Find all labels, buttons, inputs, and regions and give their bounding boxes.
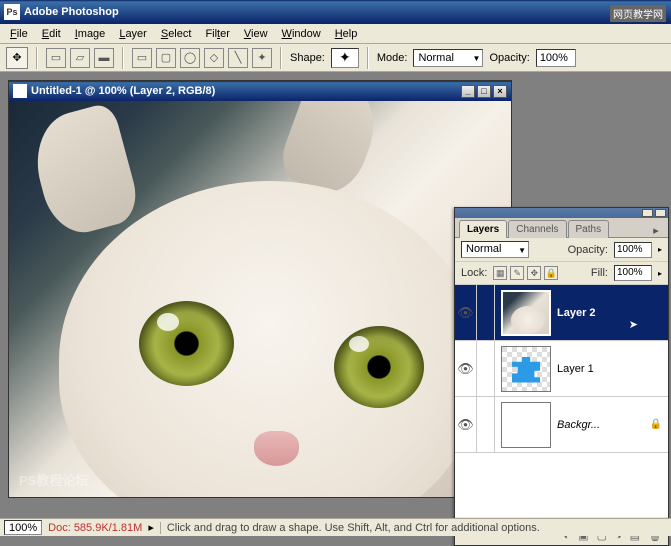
menu-layer[interactable]: Layer <box>113 26 153 42</box>
panel-titlebar[interactable] <box>455 208 668 218</box>
rounded-rect-tool-icon[interactable]: ▢ <box>156 48 176 68</box>
close-icon[interactable]: × <box>493 85 507 98</box>
lock-all-icon[interactable]: 🔒 <box>544 266 558 280</box>
separator <box>367 47 369 69</box>
mode-label: Mode: <box>377 52 408 64</box>
blend-mode-select[interactable]: Normal <box>413 49 483 67</box>
lock-pixels-icon[interactable]: ✎ <box>510 266 524 280</box>
path-mode-icon[interactable]: ▱ <box>70 48 90 68</box>
options-bar: ✥ ▭ ▱ ▬ ▭ ▢ ◯ ◇ ╲ ✦ Shape: ✦ Mode: Norma… <box>0 44 671 72</box>
lock-label: Lock: <box>461 267 487 279</box>
visibility-eye-icon[interactable]: 👁 <box>455 341 477 396</box>
blend-opacity-row: Normal Opacity: 100% ▸ <box>455 238 668 262</box>
watermark-badge: 网页教学网 <box>610 5 666 22</box>
minimize-icon[interactable]: _ <box>461 85 475 98</box>
menu-select[interactable]: Select <box>155 26 198 42</box>
document-icon <box>13 84 27 98</box>
cat-image <box>9 101 511 497</box>
lock-icon: 🔒 <box>650 419 668 430</box>
layer-thumbnail[interactable] <box>501 346 551 392</box>
separator <box>280 47 282 69</box>
layer-thumbnail[interactable] <box>501 290 551 336</box>
layer-list: 👁 Layer 2 ➤ 👁 Layer 1 👁 Backgr... 🔒 <box>455 285 668 517</box>
fill-input[interactable]: 100% <box>614 265 652 281</box>
canvas-watermark: PS教程论坛 <box>19 470 88 489</box>
cursor-icon: ➤ <box>629 318 638 331</box>
shape-mode-group: ▭ ▱ ▬ <box>46 48 114 68</box>
layers-panel: Layers Channels Paths ▸ Normal Opacity: … <box>454 207 669 546</box>
menu-file[interactable]: File <box>4 26 34 42</box>
layer-name[interactable]: Layer 1 <box>557 363 668 375</box>
ellipse-tool-icon[interactable]: ◯ <box>180 48 200 68</box>
rect-tool-icon[interactable]: ▭ <box>132 48 152 68</box>
lock-transparency-icon[interactable]: ▦ <box>493 266 507 280</box>
line-tool-icon[interactable]: ╲ <box>228 48 248 68</box>
app-title: Adobe Photoshop <box>24 6 667 18</box>
tab-paths[interactable]: Paths <box>568 220 610 238</box>
document-titlebar[interactable]: Untitled-1 @ 100% (Layer 2, RGB/8) _ □ × <box>9 81 511 101</box>
layer-row[interactable]: 👁 Layer 2 ➤ <box>455 285 668 341</box>
tab-channels[interactable]: Channels <box>508 220 566 238</box>
canvas[interactable]: PS教程论坛 <box>9 101 511 497</box>
layer-row[interactable]: 👁 Layer 1 <box>455 341 668 397</box>
panel-menu-icon[interactable]: ▸ <box>648 224 664 237</box>
lock-position-icon[interactable]: ✥ <box>527 266 541 280</box>
shape-label: Shape: <box>290 52 325 64</box>
layer-opacity-label: Opacity: <box>568 244 608 256</box>
doc-info: Doc: 585.9K/1.81M <box>48 522 142 534</box>
link-cell[interactable] <box>477 285 495 340</box>
menu-window[interactable]: Window <box>276 26 327 42</box>
menu-view[interactable]: View <box>238 26 274 42</box>
separator <box>36 47 38 69</box>
menu-bar: File Edit Image Layer Select Filter View… <box>0 24 671 44</box>
layer-blend-select[interactable]: Normal <box>461 241 529 258</box>
workspace: Untitled-1 @ 100% (Layer 2, RGB/8) _ □ ×… <box>0 72 671 518</box>
info-arrow-icon[interactable]: ▸ <box>148 521 154 534</box>
puzzle-icon: ✦ <box>339 49 351 66</box>
custom-shape-tool-icon[interactable]: ✦ <box>252 48 272 68</box>
shape-tool-group: ▭ ▢ ◯ ◇ ╲ ✦ <box>132 48 272 68</box>
status-hint: Click and drag to draw a shape. Use Shif… <box>160 522 540 534</box>
fill-mode-icon[interactable]: ▬ <box>94 48 114 68</box>
photoshop-icon: Ps <box>4 4 20 20</box>
chevron-right-icon[interactable]: ▸ <box>658 269 662 278</box>
document-window: Untitled-1 @ 100% (Layer 2, RGB/8) _ □ ×… <box>8 80 512 498</box>
shape-picker[interactable]: ✦ <box>331 48 359 68</box>
fill-label: Fill: <box>591 267 608 279</box>
empty-list-area <box>455 453 668 517</box>
lock-fill-row: Lock: ▦ ✎ ✥ 🔒 Fill: 100% ▸ <box>455 262 668 285</box>
visibility-eye-icon[interactable]: 👁 <box>455 285 477 340</box>
chevron-right-icon[interactable]: ▸ <box>658 245 662 254</box>
polygon-tool-icon[interactable]: ◇ <box>204 48 224 68</box>
tool-preset-picker[interactable]: ✥ <box>6 47 28 69</box>
panel-close-icon[interactable] <box>655 209 666 217</box>
panel-tabs: Layers Channels Paths ▸ <box>455 218 668 238</box>
maximize-icon[interactable]: □ <box>477 85 491 98</box>
visibility-eye-icon[interactable]: 👁 <box>455 397 477 452</box>
layer-opacity-input[interactable]: 100% <box>614 242 652 258</box>
status-bar: 100% Doc: 585.9K/1.81M ▸ Click and drag … <box>0 518 671 536</box>
shape-layer-mode-icon[interactable]: ▭ <box>46 48 66 68</box>
separator <box>122 47 124 69</box>
link-cell[interactable] <box>477 397 495 452</box>
panel-minimize-icon[interactable] <box>642 209 653 217</box>
menu-filter[interactable]: Filter <box>199 26 235 42</box>
menu-edit[interactable]: Edit <box>36 26 67 42</box>
menu-image[interactable]: Image <box>69 26 112 42</box>
tab-layers[interactable]: Layers <box>459 220 507 238</box>
link-cell[interactable] <box>477 341 495 396</box>
lock-buttons: ▦ ✎ ✥ 🔒 <box>493 266 558 280</box>
app-titlebar: Ps Adobe Photoshop 网页教学网 <box>0 0 671 24</box>
layer-thumbnail[interactable] <box>501 402 551 448</box>
menu-help[interactable]: Help <box>329 26 364 42</box>
document-title: Untitled-1 @ 100% (Layer 2, RGB/8) <box>31 85 457 97</box>
layer-name[interactable]: Layer 2 <box>557 307 659 319</box>
layer-name[interactable]: Backgr... <box>557 419 650 431</box>
opacity-label: Opacity: <box>489 52 529 64</box>
zoom-input[interactable]: 100% <box>4 520 42 535</box>
layer-row[interactable]: 👁 Backgr... 🔒 <box>455 397 668 453</box>
opacity-input[interactable]: 100% <box>536 49 576 67</box>
